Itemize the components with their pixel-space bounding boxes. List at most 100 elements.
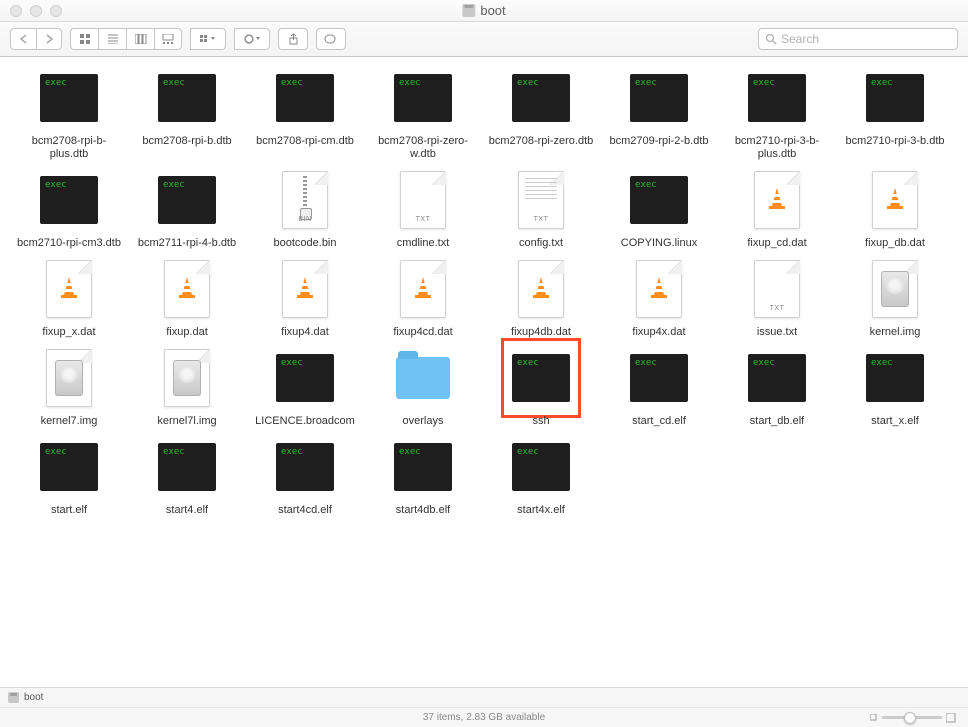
file-label: start4db.elf bbox=[396, 504, 450, 517]
back-button[interactable] bbox=[10, 28, 36, 50]
file-icon-wrap: exec bbox=[392, 436, 454, 498]
file-item[interactable]: execbcm2708-rpi-b-plus.dtb bbox=[10, 67, 128, 161]
file-item[interactable]: fixup4db.dat bbox=[482, 258, 600, 339]
file-item[interactable]: execbcm2709-rpi-2-b.dtb bbox=[600, 67, 718, 161]
file-item[interactable]: fixup4.dat bbox=[246, 258, 364, 339]
exec-icon: exec bbox=[40, 74, 98, 122]
file-icon-wrap bbox=[38, 347, 100, 409]
action-button[interactable] bbox=[234, 28, 270, 50]
file-grid-container[interactable]: execbcm2708-rpi-b-plus.dtbexecbcm2708-rp… bbox=[0, 57, 968, 687]
titlebar: boot bbox=[0, 0, 968, 22]
file-item[interactable]: execbcm2708-rpi-b.dtb bbox=[128, 67, 246, 161]
file-label: start4x.elf bbox=[517, 504, 565, 517]
file-item[interactable]: BINbootcode.bin bbox=[246, 169, 364, 250]
file-item[interactable]: execstart_db.elf bbox=[718, 347, 836, 428]
file-item[interactable]: execbcm2708-rpi-zero-w.dtb bbox=[364, 67, 482, 161]
exec-icon: exec bbox=[512, 354, 570, 402]
file-item[interactable]: fixup.dat bbox=[128, 258, 246, 339]
exec-icon: exec bbox=[630, 74, 688, 122]
file-item[interactable]: kernel.img bbox=[836, 258, 954, 339]
file-item[interactable]: exec start.elf bbox=[10, 436, 128, 517]
file-item[interactable]: execCOPYING.linux bbox=[600, 169, 718, 250]
file-icon-wrap bbox=[392, 258, 454, 320]
file-icon-wrap: exec bbox=[156, 67, 218, 129]
file-label: start_x.elf bbox=[871, 415, 919, 428]
path-bar[interactable]: boot bbox=[0, 687, 968, 707]
file-icon-wrap: exec bbox=[628, 347, 690, 409]
exec-icon: exec bbox=[394, 74, 452, 122]
exec-icon: exec bbox=[40, 443, 98, 491]
file-icon-wrap: exec bbox=[864, 67, 926, 129]
vlc-icon bbox=[754, 171, 800, 229]
file-item[interactable]: fixup4cd.dat bbox=[364, 258, 482, 339]
file-item[interactable]: execbcm2708-rpi-cm.dtb bbox=[246, 67, 364, 161]
file-icon-wrap: exec bbox=[38, 436, 100, 498]
column-view-button[interactable] bbox=[126, 28, 154, 50]
file-item[interactable]: fixup4x.dat bbox=[600, 258, 718, 339]
icon-size-slider[interactable] bbox=[870, 713, 956, 723]
window-title: boot bbox=[462, 3, 505, 18]
file-icon-wrap: exec bbox=[510, 67, 572, 129]
file-icon-wrap: exec bbox=[510, 347, 572, 409]
exec-icon: exec bbox=[276, 443, 334, 491]
file-label: start.elf bbox=[51, 504, 87, 517]
exec-icon: exec bbox=[630, 354, 688, 402]
volume-icon bbox=[462, 4, 475, 17]
file-icon-wrap: exec bbox=[274, 347, 336, 409]
file-icon-wrap bbox=[38, 258, 100, 320]
file-label: bcm2708-rpi-cm.dtb bbox=[256, 135, 354, 148]
slider-track[interactable] bbox=[882, 716, 942, 719]
file-icon-wrap: exec bbox=[392, 67, 454, 129]
minimize-button[interactable] bbox=[30, 5, 42, 17]
close-button[interactable] bbox=[10, 5, 22, 17]
file-icon-wrap: BIN bbox=[274, 169, 336, 231]
file-item[interactable]: fixup_db.dat bbox=[836, 169, 954, 250]
forward-button[interactable] bbox=[36, 28, 62, 50]
action-group bbox=[234, 28, 270, 50]
file-item[interactable]: overlays bbox=[364, 347, 482, 428]
zoom-out-icon bbox=[870, 714, 878, 722]
file-item[interactable]: execstart4cd.elf bbox=[246, 436, 364, 517]
file-item[interactable]: execbcm2708-rpi-zero.dtb bbox=[482, 67, 600, 161]
file-item[interactable]: exec start4db.elf bbox=[364, 436, 482, 517]
file-item[interactable]: execstart4.elf bbox=[128, 436, 246, 517]
file-item[interactable]: execbcm2711-rpi-4-b.dtb bbox=[128, 169, 246, 250]
file-item[interactable]: execbcm2710-rpi-3-b.dtb bbox=[836, 67, 954, 161]
gallery-view-button[interactable] bbox=[154, 28, 182, 50]
file-item[interactable]: TXTcmdline.txt bbox=[364, 169, 482, 250]
share-button[interactable] bbox=[278, 28, 308, 50]
exec-icon: exec bbox=[866, 74, 924, 122]
file-item[interactable]: execLICENCE.broadcom bbox=[246, 347, 364, 428]
file-icon-wrap: exec bbox=[746, 67, 808, 129]
file-item[interactable]: execstart4x.elf bbox=[482, 436, 600, 517]
file-item[interactable]: execstart_x.elf bbox=[836, 347, 954, 428]
txt-icon: TXT bbox=[400, 171, 446, 229]
file-label: fixup_db.dat bbox=[865, 237, 925, 250]
file-item[interactable]: kernel7.img bbox=[10, 347, 128, 428]
file-item[interactable]: TXTconfig.txt bbox=[482, 169, 600, 250]
file-item[interactable]: kernel7l.img bbox=[128, 347, 246, 428]
zoom-button[interactable] bbox=[50, 5, 62, 17]
title-text: boot bbox=[480, 3, 505, 18]
tags-button[interactable] bbox=[316, 28, 346, 50]
file-item[interactable]: fixup_cd.dat bbox=[718, 169, 836, 250]
exec-icon: exec bbox=[630, 176, 688, 224]
exec-icon: exec bbox=[512, 74, 570, 122]
exec-icon: exec bbox=[158, 74, 216, 122]
exec-icon: exec bbox=[748, 354, 806, 402]
file-item[interactable]: TXTissue.txt bbox=[718, 258, 836, 339]
search-input[interactable]: Search bbox=[758, 28, 958, 50]
file-item[interactable]: execbcm2710-rpi-cm3.dtb bbox=[10, 169, 128, 250]
icon-view-button[interactable] bbox=[70, 28, 98, 50]
disk-image-icon bbox=[164, 349, 210, 407]
disk-image-icon bbox=[46, 349, 92, 407]
file-item[interactable]: execssh bbox=[482, 347, 600, 428]
arrange-button[interactable] bbox=[190, 28, 226, 50]
file-item[interactable]: execstart_cd.elf bbox=[600, 347, 718, 428]
file-icon-wrap bbox=[156, 258, 218, 320]
file-icon-wrap: exec bbox=[156, 169, 218, 231]
file-item[interactable]: execbcm2710-rpi-3-b-plus.dtb bbox=[718, 67, 836, 161]
path-location: boot bbox=[24, 692, 43, 703]
list-view-button[interactable] bbox=[98, 28, 126, 50]
file-item[interactable]: fixup_x.dat bbox=[10, 258, 128, 339]
